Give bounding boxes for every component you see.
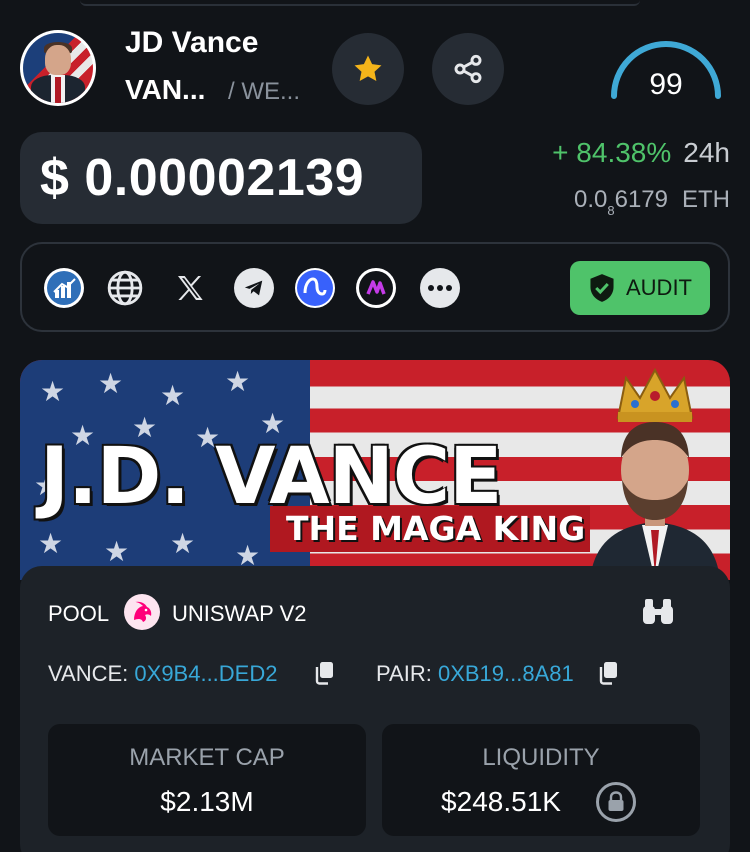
coinmarketcap-icon[interactable] bbox=[295, 268, 335, 308]
share-icon bbox=[454, 54, 482, 84]
dex-name: UNISWAP V2 bbox=[172, 601, 307, 626]
audit-button[interactable]: AUDIT bbox=[570, 261, 710, 315]
audit-label: AUDIT bbox=[626, 275, 692, 300]
market-cap-box: MARKET CAP $2.13M bbox=[48, 724, 366, 836]
market-cap-value: $2.13M bbox=[160, 786, 254, 817]
token-chain: / WE... bbox=[228, 78, 300, 105]
favorite-button[interactable] bbox=[332, 33, 404, 105]
uniswap-logo-icon bbox=[124, 594, 160, 630]
liquidity-box: LIQUIDITY $248.51K bbox=[382, 724, 700, 836]
top-panel-edge bbox=[80, 0, 640, 6]
share-button[interactable] bbox=[432, 33, 504, 105]
links-bar: AUDIT bbox=[20, 242, 730, 332]
token-banner: ★ ★ ★ ★ ★ ★ ★ ★ ★ ★ ★ ★ ★ J.D. VANCE THE… bbox=[20, 360, 730, 580]
star-icon bbox=[354, 55, 382, 82]
analytics-icon[interactable] bbox=[356, 268, 396, 308]
banner-subtitle: THE MAGA KING bbox=[286, 509, 586, 548]
token-symbol: VAN... bbox=[125, 74, 206, 105]
change-percent: + 84.38% bbox=[552, 137, 672, 168]
token-address-label: VANCE: bbox=[48, 661, 129, 686]
copy-pair-address-icon[interactable] bbox=[596, 660, 620, 686]
pool-card: POOL UNISWAP V2 VANCE: 0X9B4...DED2 PAIR… bbox=[20, 566, 730, 852]
trust-score-gauge: 99 bbox=[608, 36, 724, 101]
market-cap-label: MARKET CAP bbox=[129, 744, 285, 771]
token-address-row: VANCE: 0X9B4...DED2 bbox=[48, 661, 277, 687]
pair-address-row: PAIR: 0XB19...8A81 bbox=[376, 661, 574, 687]
usd-price: $ 0.00002139 bbox=[40, 149, 365, 207]
x-icon[interactable] bbox=[170, 268, 210, 308]
liquidity-label: LIQUIDITY bbox=[482, 744, 600, 771]
pool-label: POOL bbox=[48, 601, 110, 626]
liquidity-value: $248.51K bbox=[441, 786, 561, 817]
eth-price-digits: 6179 bbox=[614, 186, 668, 213]
shield-check-icon bbox=[590, 274, 614, 302]
token-address-value[interactable]: 0X9B4...DED2 bbox=[134, 661, 277, 686]
eth-price: 0.086179 ETH bbox=[574, 186, 730, 218]
token-avatar bbox=[20, 30, 96, 106]
trust-score-value: 99 bbox=[649, 68, 683, 101]
price-box: $ 0.00002139 bbox=[20, 132, 422, 224]
change-period: 24h bbox=[683, 137, 730, 168]
token-name: JD Vance bbox=[125, 26, 259, 59]
eth-price-prefix: 0.0 bbox=[574, 186, 608, 213]
telegram-icon[interactable] bbox=[234, 268, 274, 308]
eth-zero-count: 8 bbox=[607, 203, 615, 218]
binoculars-icon[interactable] bbox=[640, 596, 676, 626]
globe-icon[interactable] bbox=[105, 268, 145, 308]
eth-unit: ETH bbox=[682, 186, 730, 213]
pair-address-label: PAIR: bbox=[376, 661, 432, 686]
pair-address-value[interactable]: 0XB19...8A81 bbox=[438, 661, 574, 686]
chart-icon[interactable] bbox=[44, 268, 84, 308]
portrait-with-crown bbox=[590, 367, 720, 580]
price-change: + 84.38% 24h bbox=[552, 137, 730, 169]
copy-token-address-icon[interactable] bbox=[312, 660, 336, 686]
lock-icon bbox=[596, 782, 636, 822]
more-icon[interactable] bbox=[420, 268, 460, 308]
